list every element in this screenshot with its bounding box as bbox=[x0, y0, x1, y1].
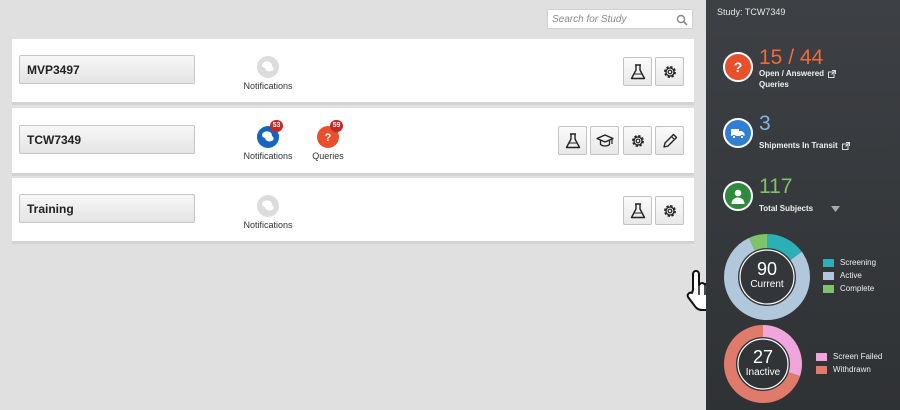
current-value: 90 bbox=[756, 259, 778, 279]
inactive-center: 27 Inactive bbox=[739, 347, 787, 379]
notifications-link[interactable]: Notifications bbox=[228, 56, 308, 91]
legend-item-screen-failed: Screen Failed bbox=[816, 352, 882, 365]
pencil-icon bbox=[663, 133, 678, 148]
notifications-icon bbox=[257, 195, 279, 217]
study-card-tcw7349: TCW7349 53 Notifications ? 59 Queries bbox=[12, 108, 694, 176]
subjects-value: 117 bbox=[759, 175, 793, 198]
queries-link[interactable]: ? 59 Queries bbox=[288, 120, 368, 161]
external-link-icon[interactable] bbox=[841, 141, 850, 150]
notifications-label: Notifications bbox=[243, 81, 293, 91]
notifications-label: Notifications bbox=[243, 220, 293, 230]
study-card-mvp3497: MVP3497 Notifications bbox=[12, 39, 694, 105]
study-card-training: Training Notifications bbox=[12, 178, 694, 244]
graduation-cap-icon bbox=[596, 134, 614, 147]
gear-icon bbox=[664, 66, 676, 78]
legend-item-complete: Complete bbox=[823, 284, 876, 297]
queries-value: 15 / 44 bbox=[759, 46, 824, 69]
lab-button[interactable] bbox=[623, 57, 652, 86]
current-center: 90 Current bbox=[743, 259, 791, 291]
shipments-value: 3 bbox=[759, 112, 771, 135]
external-link-icon[interactable] bbox=[828, 69, 837, 78]
inactive-legend: Screen Failed Withdrawn bbox=[816, 352, 882, 378]
study-button-tcw7349[interactable]: TCW7349 bbox=[19, 125, 195, 154]
svg-text:?: ? bbox=[734, 59, 743, 75]
notifications-icon bbox=[257, 56, 279, 78]
flask-icon bbox=[630, 203, 646, 219]
notifications-icon: 53 bbox=[257, 120, 283, 148]
user-icon bbox=[723, 181, 753, 211]
study-button-mvp3497[interactable]: MVP3497 bbox=[19, 55, 195, 84]
notifications-count-badge: 53 bbox=[270, 120, 283, 132]
flask-icon bbox=[630, 64, 646, 80]
search-input[interactable] bbox=[548, 10, 672, 28]
study-summary-panel: Study: TCW7349 ? 15 / 44 Open / Answered… bbox=[706, 0, 900, 410]
gear-icon bbox=[664, 205, 676, 217]
edit-button[interactable] bbox=[655, 126, 684, 155]
legend-item-screening: Screening bbox=[823, 258, 876, 271]
shipments-label: Shipments In Transit bbox=[759, 140, 850, 151]
lab-button[interactable] bbox=[623, 196, 652, 225]
inactive-label: Inactive bbox=[745, 367, 781, 378]
queries-label-line1: Open / Answered bbox=[759, 68, 837, 79]
settings-button[interactable] bbox=[655, 196, 684, 225]
chevron-down-icon[interactable] bbox=[831, 205, 841, 212]
truck-icon bbox=[723, 118, 753, 148]
queries-label-line2: Queries bbox=[759, 80, 789, 89]
queries-label: Queries bbox=[312, 151, 344, 161]
lab-button[interactable] bbox=[558, 126, 587, 155]
gear-icon bbox=[632, 135, 644, 147]
subjects-label: Total Subjects bbox=[759, 203, 841, 214]
question-icon: ? bbox=[723, 52, 753, 82]
study-button-training[interactable]: Training bbox=[19, 194, 195, 223]
search-icon[interactable] bbox=[676, 13, 688, 26]
training-button[interactable] bbox=[590, 126, 619, 155]
legend-item-withdrawn: Withdrawn bbox=[816, 365, 882, 378]
queries-icon: ? 59 bbox=[317, 120, 343, 148]
notifications-label: Notifications bbox=[243, 151, 293, 161]
notifications-link[interactable]: Notifications bbox=[228, 195, 308, 230]
current-legend: Screening Active Complete bbox=[823, 258, 876, 297]
flask-icon bbox=[565, 133, 581, 149]
settings-button[interactable] bbox=[623, 126, 652, 155]
settings-button[interactable] bbox=[655, 57, 684, 86]
svg-text:?: ? bbox=[325, 132, 332, 144]
legend-item-active: Active bbox=[823, 271, 876, 284]
queries-count-badge: 59 bbox=[330, 120, 343, 132]
study-search bbox=[547, 9, 693, 29]
inactive-value: 27 bbox=[752, 347, 774, 367]
current-label: Current bbox=[750, 279, 784, 290]
panel-title: Study: TCW7349 bbox=[717, 7, 786, 17]
